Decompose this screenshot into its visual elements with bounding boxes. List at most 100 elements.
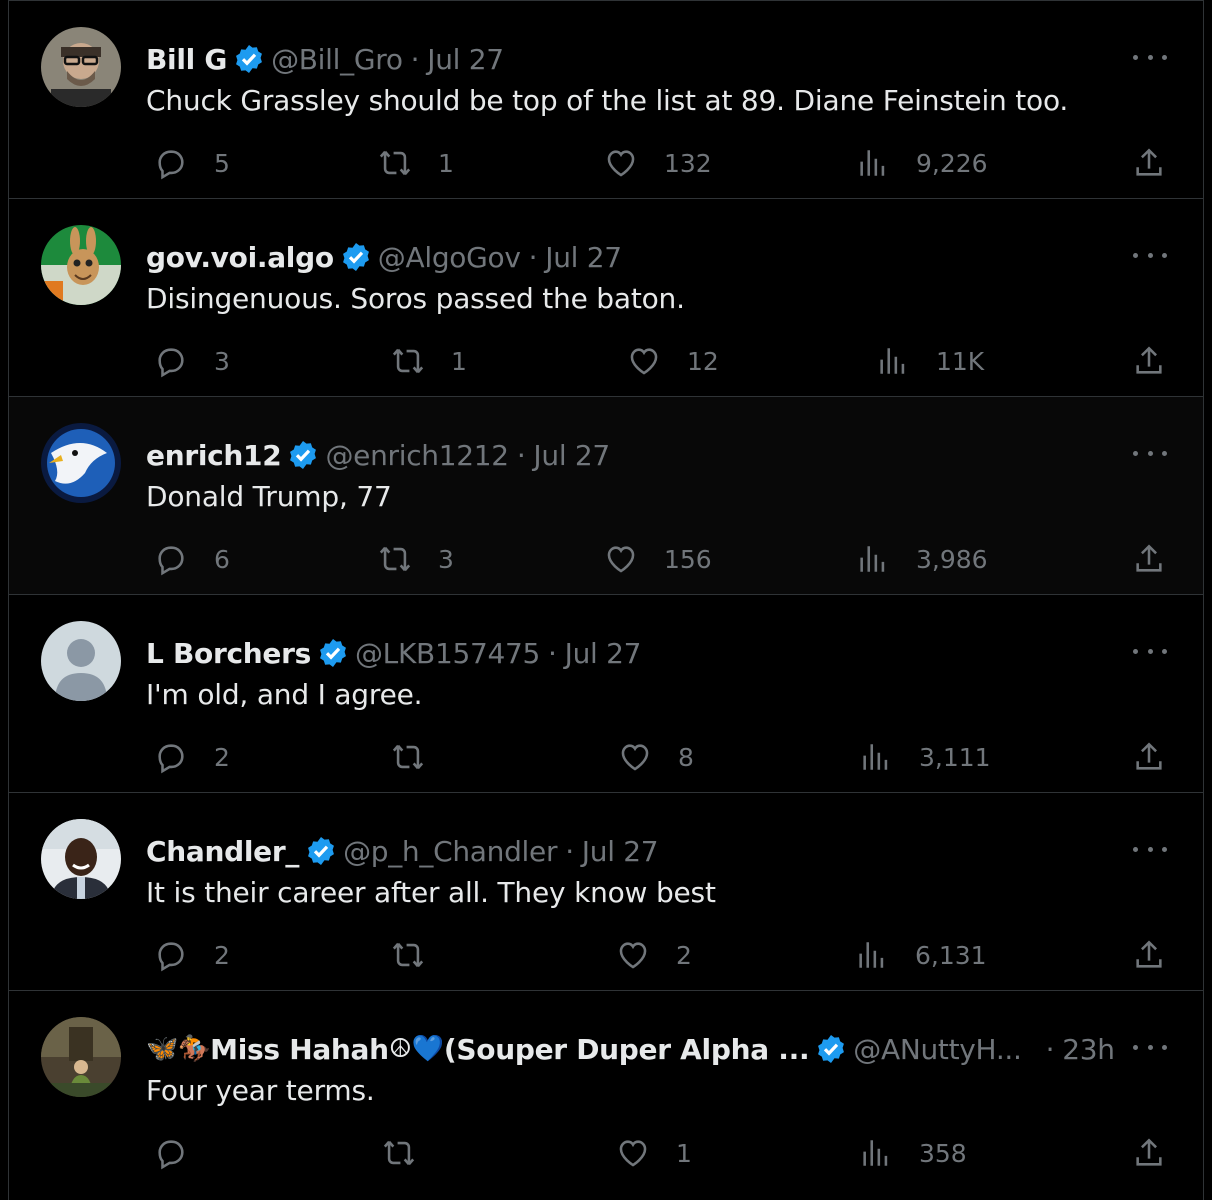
more-icon[interactable]	[1133, 439, 1167, 467]
more-icon[interactable]	[1133, 241, 1167, 269]
tweet[interactable]: Bill G @Bill_Gro · Jul 27 Chuck Grassley…	[9, 1, 1203, 199]
tweet-header: enrich12 @enrich1212 · Jul 27	[146, 435, 1083, 475]
like-button[interactable]: 2	[616, 933, 692, 977]
timestamp[interactable]: 23h	[1062, 1033, 1115, 1066]
display-name[interactable]: Chandler_	[146, 835, 299, 868]
handle[interactable]: @Bill_Gro	[271, 43, 403, 76]
like-button[interactable]: 12	[627, 339, 719, 383]
like-button[interactable]: 8	[618, 735, 694, 779]
retweet-icon	[379, 150, 411, 176]
views-count: 6,131	[915, 940, 987, 970]
reply-count: 2	[214, 940, 230, 970]
avatar[interactable]	[41, 621, 121, 701]
share-button[interactable]	[1132, 146, 1166, 184]
tweet[interactable]: L Borchers @LKB157475 · Jul 27 I'm old, …	[9, 595, 1203, 793]
reply-count: 3	[214, 346, 230, 376]
handle[interactable]: @LKB157475	[355, 637, 540, 670]
more-icon[interactable]	[1133, 1033, 1167, 1061]
like-button[interactable]: 156	[604, 537, 712, 581]
display-name[interactable]: enrich12	[146, 439, 282, 472]
share-icon	[1136, 148, 1162, 176]
more-icon[interactable]	[1133, 835, 1167, 863]
retweet-button[interactable]: 3	[378, 537, 454, 581]
handle[interactable]: @ANuttyH...	[853, 1033, 1022, 1066]
reply-button[interactable]: 2	[154, 933, 230, 977]
avatar[interactable]	[41, 225, 121, 305]
display-name[interactable]: L Borchers	[146, 637, 311, 670]
retweet-button[interactable]: 1	[391, 339, 467, 383]
views-button[interactable]: 3,111	[859, 735, 991, 779]
reply-count: 2	[214, 742, 230, 772]
share-button[interactable]	[1132, 740, 1166, 778]
views-chart-icon	[860, 150, 885, 176]
retweet-button[interactable]	[391, 735, 461, 779]
like-button[interactable]: 132	[604, 141, 712, 185]
tweet[interactable]: enrich12 @enrich1212 · Jul 27 Donald Tru…	[9, 397, 1203, 595]
retweet-button[interactable]: 1	[378, 141, 454, 185]
display-name-suffix[interactable]: (Souper Duper Alpha ...	[444, 1033, 810, 1066]
tweet-header: Chandler_ @p_h_Chandler · Jul 27	[146, 831, 1083, 871]
reply-icon	[158, 546, 184, 576]
avatar[interactable]	[41, 27, 121, 107]
views-button[interactable]: 9,226	[856, 141, 988, 185]
timestamp[interactable]: Jul 27	[565, 637, 642, 670]
reply-button[interactable]	[154, 1131, 224, 1175]
share-button[interactable]	[1132, 1136, 1166, 1174]
views-button[interactable]: 3,986	[856, 537, 988, 581]
reply-icon	[158, 744, 184, 774]
timestamp[interactable]: Jul 27	[427, 43, 504, 76]
like-count: 1	[676, 1138, 692, 1168]
display-name[interactable]: Miss Hahah	[210, 1033, 389, 1066]
retweet-count: 1	[438, 148, 454, 178]
reply-button[interactable]: 3	[154, 339, 230, 383]
views-chart-icon	[863, 1140, 888, 1166]
reply-count: 5	[214, 148, 230, 178]
more-icon[interactable]	[1133, 43, 1167, 71]
like-count: 156	[664, 544, 712, 574]
views-button[interactable]: 358	[859, 1131, 967, 1175]
tweet[interactable]: Chandler_ @p_h_Chandler · Jul 27 It is t…	[9, 793, 1203, 991]
tweet-actions: 5 1 132 9,226	[146, 141, 1166, 185]
heart-icon	[619, 942, 647, 969]
tweet[interactable]: gov.voi.algo @AlgoGov · Jul 27 Disingenu…	[9, 199, 1203, 397]
handle[interactable]: @AlgoGov	[378, 241, 521, 274]
timestamp[interactable]: Jul 27	[545, 241, 622, 274]
reply-button[interactable]: 6	[154, 537, 230, 581]
tweet[interactable]: 🦋🏇 Miss Hahah ☮💙 (Souper Duper Alpha ...…	[9, 991, 1203, 1189]
like-button[interactable]: 1	[616, 1131, 692, 1175]
tweet-feed: Bill G @Bill_Gro · Jul 27 Chuck Grassley…	[8, 0, 1204, 1200]
views-count: 358	[919, 1138, 967, 1168]
retweet-button[interactable]	[391, 933, 461, 977]
share-button[interactable]	[1132, 938, 1166, 976]
reply-button[interactable]: 2	[154, 735, 230, 779]
tweet-text: It is their career after all. They know …	[146, 876, 716, 909]
views-count: 3,986	[916, 544, 988, 574]
handle[interactable]: @p_h_Chandler	[343, 835, 557, 868]
avatar[interactable]	[41, 819, 121, 899]
like-count: 12	[687, 346, 719, 376]
reply-count: 6	[214, 544, 230, 574]
timestamp[interactable]: Jul 27	[582, 835, 659, 868]
share-icon	[1136, 346, 1162, 374]
views-button[interactable]: 6,131	[855, 933, 987, 977]
views-chart-icon	[860, 546, 885, 572]
share-button[interactable]	[1132, 344, 1166, 382]
share-button[interactable]	[1132, 542, 1166, 580]
more-icon[interactable]	[1133, 637, 1167, 665]
tweet-actions: 3 1 12 11K	[146, 339, 1166, 383]
timestamp[interactable]: Jul 27	[533, 439, 610, 472]
reply-button[interactable]: 5	[154, 141, 230, 185]
retweet-count: 3	[438, 544, 454, 574]
display-name[interactable]: Bill G	[146, 43, 227, 76]
display-name[interactable]: gov.voi.algo	[146, 241, 334, 274]
views-chart-icon	[863, 744, 888, 770]
verified-badge-icon	[236, 45, 263, 73]
views-button[interactable]: 11K	[876, 339, 984, 383]
verified-badge-icon	[320, 639, 346, 667]
separator-dot: ·	[565, 834, 574, 868]
retweet-button[interactable]	[382, 1131, 452, 1175]
avatar[interactable]	[41, 1017, 121, 1097]
handle[interactable]: @enrich1212	[325, 439, 509, 472]
avatar[interactable]	[41, 423, 121, 503]
heart-icon	[621, 744, 649, 771]
